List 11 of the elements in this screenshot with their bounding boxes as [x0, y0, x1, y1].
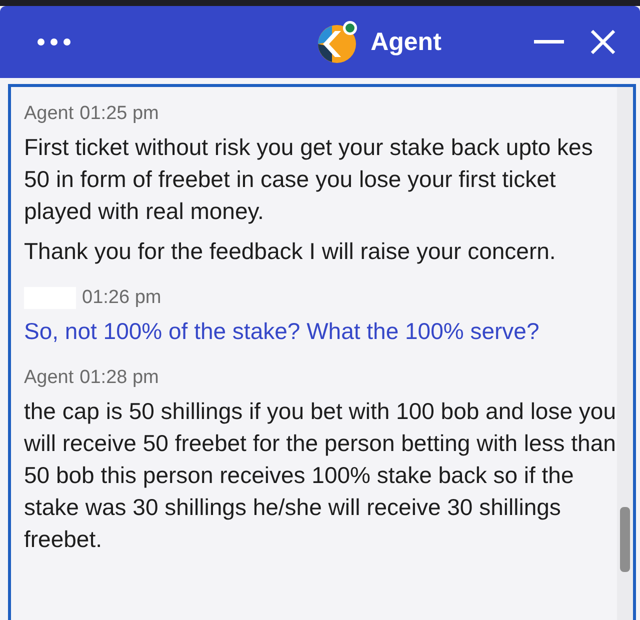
window-title: Agent	[370, 28, 442, 56]
message-text: First ticket without risk you get your stake back upto kes 50 in form of freebet in case you lose your first ticket played with real money.	[24, 133, 594, 226]
message-text: So, not 100% of the stake? What the 100% serve?	[24, 317, 540, 346]
message-time: 01:26 pm	[82, 287, 162, 309]
message-text: the cap is 50 shillings if you bet with 100 bob and lose you will receive 50 freebet for the person betting with less than 50 bob this person receives 100% stake back so if the stake was 30 shillings he/she will receive 30 shillings freebet.	[24, 397, 617, 554]
sender-name: Agent	[24, 103, 74, 125]
scrollbar-thumb[interactable]	[620, 507, 630, 572]
message-time: 01:25 pm	[80, 103, 159, 125]
sender-name: Agent	[24, 367, 74, 389]
message-time: 01:28 pm	[80, 367, 159, 389]
message-text: Thank you for the feedback I will raise your concern.	[24, 237, 557, 266]
